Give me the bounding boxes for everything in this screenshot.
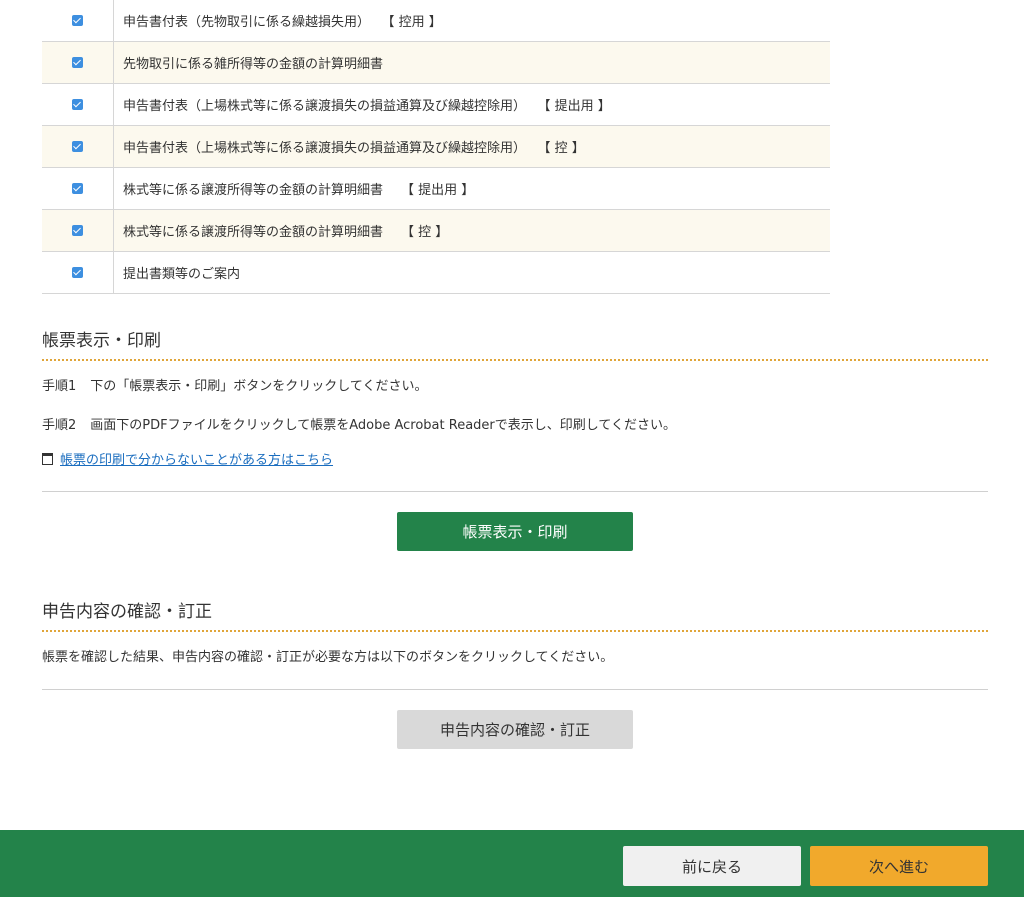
checkbox-cell [42, 251, 114, 294]
form-tag: 【 控 】 [401, 225, 449, 240]
print-step-1: 手順1 下の「帳票表示・印刷」ボタンをクリックしてください。 [42, 378, 428, 396]
form-name-cell: 申告書付表（先物取引に係る繰越損失用） 【 控用 】 [113, 0, 830, 42]
new-window-icon [42, 453, 53, 465]
form-tag: 【 控 】 [544, 141, 585, 156]
form-tag: 【 提出用 】 [544, 99, 611, 114]
checkbox-cell [42, 209, 114, 252]
table-row: 株式等に係る譲渡所得等の金額の計算明細書 【 控 】 [42, 209, 830, 252]
form-name: 株式等に係る譲渡所得等の金額の計算明細書 [123, 225, 384, 240]
checkbox-cell [42, 125, 114, 168]
form-checkbox[interactable] [72, 183, 83, 194]
form-name: 申告書付表（上場株式等に係る譲渡損失の損益通算及び繰越控除用） [123, 99, 527, 114]
form-name-cell: 先物取引に係る雑所得等の金額の計算明細書 [113, 41, 830, 84]
next-button[interactable]: 次へ進む [810, 846, 988, 886]
confirm-description: 帳票を確認した結果、申告内容の確認・訂正が必要な方は以下のボタンをクリックしてく… [42, 650, 614, 665]
table-row: 提出書類等のご案内 [42, 251, 830, 294]
form-name-cell: 申告書付表（上場株式等に係る譲渡損失の損益通算及び繰越控除用） 【 控 】 [113, 125, 830, 168]
confirm-section-heading: 申告内容の確認・訂正 [42, 602, 988, 632]
step-text: 下の「帳票表示・印刷」ボタンをクリックしてください。 [90, 379, 428, 394]
table-row: 申告書付表（上場株式等に係る譲渡損失の損益通算及び繰越控除用） 【 提出用 】 [42, 83, 830, 126]
forms-table: 申告書付表（先物取引に係る繰越損失用） 【 控用 】 先物取引に係る雑所得等の金額… [42, 0, 830, 294]
form-name: 株式等に係る譲渡所得等の金額の計算明細書 [123, 183, 384, 198]
form-checkbox[interactable] [72, 267, 83, 278]
table-row: 株式等に係る譲渡所得等の金額の計算明細書 【 提出用 】 [42, 167, 830, 210]
print-help-link[interactable]: 帳票の印刷で分からないことがある方はこちら [60, 453, 333, 468]
table-row: 申告書付表（上場株式等に係る譲渡損失の損益通算及び繰越控除用） 【 控 】 [42, 125, 830, 168]
divider [42, 491, 988, 492]
confirm-correct-button[interactable]: 申告内容の確認・訂正 [397, 710, 633, 749]
form-checkbox[interactable] [72, 99, 83, 110]
table-row: 申告書付表（先物取引に係る繰越損失用） 【 控用 】 [42, 0, 830, 42]
show-print-forms-button[interactable]: 帳票表示・印刷 [397, 512, 633, 551]
checkbox-cell [42, 41, 114, 84]
divider [42, 689, 988, 690]
form-name: 先物取引に係る雑所得等の金額の計算明細書 [123, 57, 384, 72]
print-help-row: 帳票の印刷で分からないことがある方はこちら [42, 452, 333, 470]
print-step-2: 手順2 画面下のPDFファイルをクリックして帳票をAdobe Acrobat Re… [42, 417, 676, 435]
step-label: 手順2 [42, 418, 77, 433]
footer-bar: 前に戻る 次へ進む [0, 830, 1024, 897]
form-name-cell: 株式等に係る譲渡所得等の金額の計算明細書 【 提出用 】 [113, 167, 830, 210]
form-tag: 【 提出用 】 [401, 183, 475, 198]
checkbox-cell [42, 83, 114, 126]
print-section-heading: 帳票表示・印刷 [42, 331, 988, 361]
form-name-cell: 株式等に係る譲渡所得等の金額の計算明細書 【 控 】 [113, 209, 830, 252]
form-name: 申告書付表（先物取引に係る繰越損失用） [123, 15, 371, 30]
checkbox-cell [42, 0, 114, 42]
form-checkbox[interactable] [72, 57, 83, 68]
form-name-cell: 申告書付表（上場株式等に係る譲渡損失の損益通算及び繰越控除用） 【 提出用 】 [113, 83, 830, 126]
step-text: 画面下のPDFファイルをクリックして帳票をAdobe Acrobat Reade… [90, 418, 676, 433]
step-label: 手順1 [42, 379, 77, 394]
form-name: 申告書付表（上場株式等に係る譲渡損失の損益通算及び繰越控除用） [123, 141, 527, 156]
form-checkbox[interactable] [72, 141, 83, 152]
form-name-cell: 提出書類等のご案内 [113, 251, 830, 294]
form-checkbox[interactable] [72, 225, 83, 236]
form-checkbox[interactable] [72, 15, 83, 26]
form-tag: 【 控用 】 [388, 15, 442, 30]
form-name: 提出書類等のご案内 [123, 267, 241, 282]
back-button[interactable]: 前に戻る [623, 846, 801, 886]
table-row: 先物取引に係る雑所得等の金額の計算明細書 [42, 41, 830, 84]
checkbox-cell [42, 167, 114, 210]
